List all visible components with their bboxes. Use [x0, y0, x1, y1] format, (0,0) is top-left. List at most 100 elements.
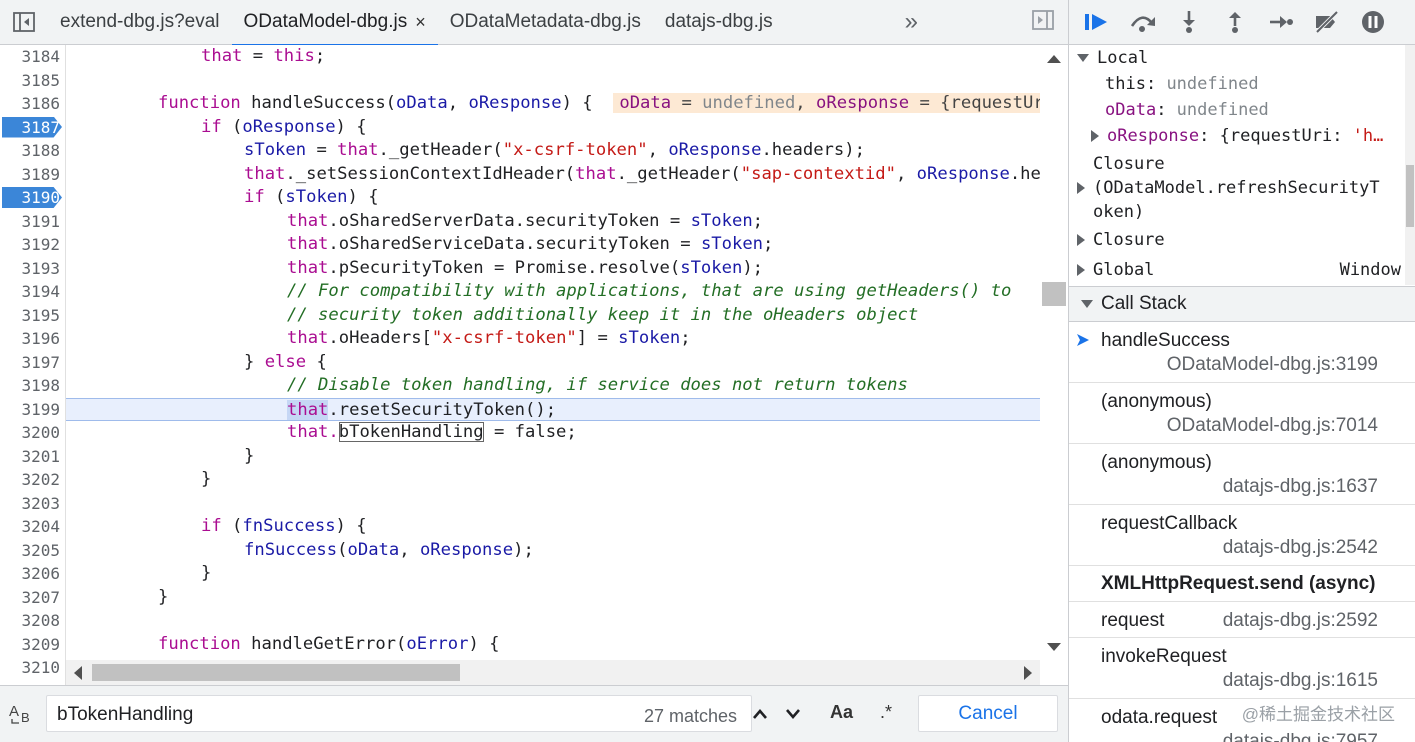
line-number[interactable]: 3209	[0, 633, 66, 657]
scrollbar-thumb[interactable]	[1406, 165, 1414, 227]
call-frame[interactable]: (anonymous) datajs-dbg.js:1637	[1069, 444, 1415, 505]
line-number[interactable]: 3193	[0, 257, 66, 281]
current-frame-arrow-icon	[1077, 334, 1089, 346]
tab-datajs-dbg[interactable]: datajs-dbg.js	[653, 0, 785, 45]
code-line: }	[244, 445, 255, 466]
search-input[interactable]: bTokenHandling 27 matches	[46, 695, 752, 732]
code-editor[interactable]: 3184 3185 3186 3187 3188 3189 3190 3191 3192 3193…	[0, 45, 1068, 685]
line-number-gutter[interactable]: 3184 3185 3186 3187 3188 3189 3190 3191 3192 3193…	[0, 45, 66, 685]
frame-function: request	[1101, 610, 1165, 631]
call-stack-header[interactable]: Call Stack	[1069, 286, 1415, 322]
toggle-navigator-button[interactable]	[0, 0, 48, 45]
call-frame[interactable]: handleSuccess ODataModel-dbg.js:3199	[1069, 322, 1415, 383]
scroll-right-icon[interactable]	[1024, 666, 1032, 680]
code-line: if (oResponse) {	[201, 116, 367, 137]
line-number[interactable]: 3188	[0, 139, 66, 163]
resume-button[interactable]	[1081, 6, 1113, 38]
line-number[interactable]: 3189	[0, 163, 66, 187]
line-number[interactable]: 3201	[0, 445, 66, 469]
line-number[interactable]: 3204	[0, 515, 66, 539]
call-frame[interactable]: invokeRequest datajs-dbg.js:1615	[1069, 638, 1415, 699]
tab-extend-dbg[interactable]: extend-dbg.js?eval	[48, 0, 232, 45]
line-number[interactable]: 3184	[0, 45, 66, 69]
toggle-debugger-button[interactable]	[1032, 10, 1054, 35]
expand-icon	[1077, 264, 1085, 276]
line-number[interactable]: 3207	[0, 586, 66, 610]
next-match-button[interactable]	[778, 696, 808, 732]
breakpoint-line-number[interactable]: 3187	[0, 116, 66, 140]
call-frame[interactable]: (anonymous) ODataModel-dbg.js:7014	[1069, 383, 1415, 444]
line-number[interactable]: 3197	[0, 351, 66, 375]
breakpoint-line-number[interactable]: 3190	[0, 186, 66, 210]
scrollbar-thumb[interactable]	[92, 664, 460, 681]
scope-local[interactable]: Local	[1077, 46, 1148, 70]
step-out-button[interactable]	[1219, 6, 1251, 38]
sidebar-toggle-icon	[13, 12, 35, 32]
line-number[interactable]: 3206	[0, 562, 66, 586]
frame-function: (anonymous)	[1101, 452, 1212, 473]
scope-closure-1[interactable]: (ODataModel.refreshSecurityT	[1077, 176, 1380, 200]
line-number[interactable]: 3185	[0, 69, 66, 93]
cancel-button[interactable]: Cancel	[918, 695, 1058, 732]
call-frame[interactable]: request datajs-dbg.js:2592	[1069, 602, 1415, 638]
scope-var-odata[interactable]: oData: undefined	[1105, 98, 1269, 122]
code-area[interactable]: that = this; function handleSuccess(oDat…	[66, 45, 1040, 685]
frame-function: invokeRequest	[1101, 646, 1227, 667]
tab-odatamodel-dbg[interactable]: ODataModel-dbg.js ×	[231, 0, 438, 46]
current-execution-line: that.resetSecurityToken();	[66, 397, 1040, 421]
scope-var-oresponse[interactable]: oResponse: {requestUri: 'h…	[1091, 124, 1383, 148]
line-number[interactable]: 3194	[0, 280, 66, 304]
scope-var-this[interactable]: this: undefined	[1105, 72, 1259, 96]
scrollbar-thumb[interactable]	[1042, 282, 1066, 306]
code-line: fnSuccess(oData, oResponse);	[244, 539, 534, 560]
horizontal-scrollbar[interactable]	[66, 660, 1040, 685]
line-number[interactable]: 3200	[0, 421, 66, 445]
scope-closure-2[interactable]: Closure	[1077, 228, 1165, 252]
tab-label: ODataModel-dbg.js	[243, 11, 408, 32]
close-icon[interactable]: ×	[415, 12, 426, 33]
line-number[interactable]: 3186	[0, 92, 66, 116]
var-name: this	[1105, 74, 1146, 94]
step-into-button[interactable]	[1173, 6, 1205, 38]
vertical-scrollbar[interactable]	[1040, 45, 1068, 685]
regex-button[interactable]: .*	[880, 702, 892, 723]
pause-on-exceptions-button[interactable]	[1357, 6, 1389, 38]
scroll-up-icon[interactable]	[1047, 55, 1061, 63]
async-label: XMLHttpRequest.send (async)	[1101, 573, 1376, 594]
line-number[interactable]: 3195	[0, 304, 66, 328]
more-tabs-button[interactable]: »	[905, 8, 918, 36]
async-separator: XMLHttpRequest.send (async)	[1069, 566, 1415, 602]
code-line: that.oSharedServerData.securityToken = s…	[287, 210, 764, 231]
scope-scrollbar[interactable]	[1405, 45, 1415, 285]
var-value: undefined	[1166, 74, 1259, 94]
step-button[interactable]	[1265, 6, 1297, 38]
execution-point: that	[287, 399, 329, 420]
frame-location: ODataModel-dbg.js:3199	[1166, 354, 1378, 375]
match-case-button[interactable]: Aa	[830, 702, 853, 723]
frame-function: (anonymous)	[1101, 391, 1212, 412]
line-number[interactable]: 3198	[0, 374, 66, 398]
line-number[interactable]: 3191	[0, 210, 66, 234]
call-frame[interactable]: requestCallback datajs-dbg.js:2542	[1069, 505, 1415, 566]
scope-global[interactable]: Global	[1077, 258, 1154, 282]
deactivate-breakpoints-button[interactable]	[1311, 6, 1343, 38]
line-number[interactable]: 3205	[0, 539, 66, 563]
scroll-down-icon[interactable]	[1047, 643, 1061, 651]
line-number[interactable]: 3192	[0, 233, 66, 257]
scope-label: Closure	[1093, 230, 1165, 250]
code-line: // For compatibility with applications, …	[66, 280, 1040, 304]
code-line: }	[201, 563, 212, 583]
line-number[interactable]: 3210	[0, 656, 66, 680]
scroll-left-icon[interactable]	[74, 666, 82, 680]
previous-match-button[interactable]	[745, 696, 775, 732]
frame-function: handleSuccess	[1101, 330, 1230, 351]
tab-odatametadata-dbg[interactable]: ODataMetadata-dbg.js	[438, 0, 653, 45]
line-number[interactable]: 3208	[0, 609, 66, 633]
line-number[interactable]: 3202	[0, 468, 66, 492]
line-number[interactable]: 3203	[0, 492, 66, 516]
line-number[interactable]: 3196	[0, 327, 66, 351]
line-number[interactable]: 3199	[0, 398, 66, 422]
replace-toggle-icon[interactable]: AB	[9, 702, 37, 729]
step-over-button[interactable]	[1127, 6, 1159, 38]
debugger-sidebar: Local this: undefined oData: undefined o…	[1068, 0, 1415, 742]
